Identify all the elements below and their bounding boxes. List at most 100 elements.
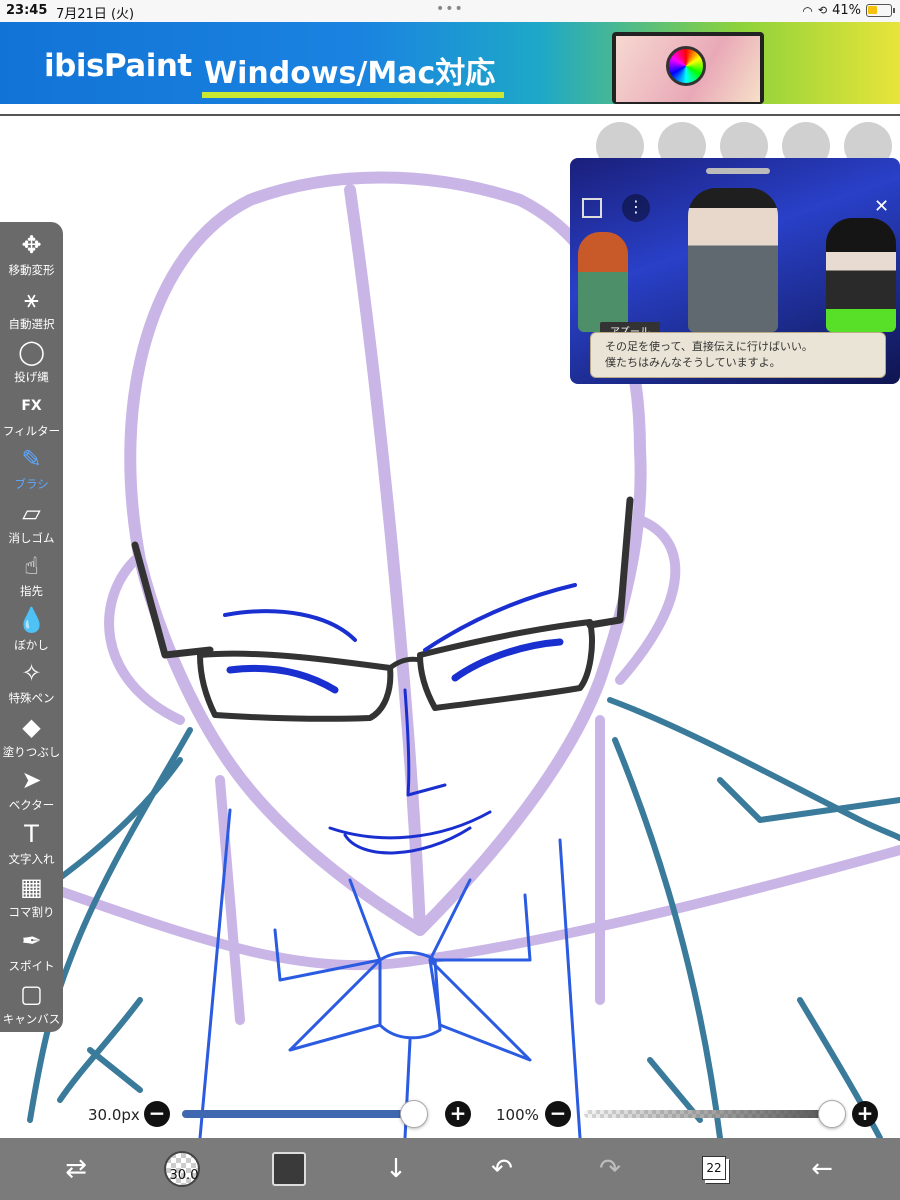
video-handle[interactable]: [706, 168, 770, 174]
eyedropper-icon: ✒: [21, 926, 42, 955]
banner-underline: [202, 92, 504, 98]
tool-magic-wand[interactable]: ⚹ 自動選択: [0, 282, 63, 335]
size-minus-button[interactable]: −: [144, 1101, 170, 1127]
tool-fill[interactable]: ◆ 塗りつぶし: [0, 710, 63, 763]
center-line: [344, 184, 426, 936]
ad-banner[interactable]: ibisPaint Windows/Mac対応: [0, 22, 900, 104]
character-left: [578, 232, 628, 332]
video-overlay[interactable]: ⋮ ✕ ‹ › アズール その足を使って、直接伝えに行けばいい。 僕たちはみんな…: [570, 158, 900, 384]
banner-logo: ibisPaint: [44, 48, 192, 84]
banner-divider: [0, 114, 900, 116]
size-slider-knob[interactable]: [399, 1100, 428, 1128]
blur-icon: 💧: [16, 605, 47, 634]
banner-device-image: [612, 32, 764, 104]
tool-special-pen[interactable]: ✧ 特殊ペン: [0, 656, 63, 709]
brush-icon: ✎: [21, 445, 42, 473]
tool-label: ぼかし: [14, 637, 49, 652]
video-line-1: その足を使って、直接伝えに行けばいい。: [605, 340, 813, 353]
wifi-icon: ◠: [802, 3, 813, 18]
tool-eyedropper[interactable]: ✒ スポイト: [0, 924, 63, 977]
fx-icon: FX: [21, 397, 42, 414]
more-icon[interactable]: ⋮: [622, 194, 650, 222]
glasses-arm-right: [586, 496, 634, 629]
back-arrow-icon[interactable]: ←: [802, 1148, 842, 1190]
tool-move[interactable]: ✥ 移動変形: [0, 228, 63, 281]
pip-icon[interactable]: [582, 198, 602, 218]
undo-icon[interactable]: ↶: [482, 1148, 522, 1190]
banner-text: Windows/Mac対応: [204, 56, 496, 91]
special-pen-icon: ✧: [21, 659, 42, 687]
battery-percent: 41%: [832, 3, 861, 18]
tool-eraser[interactable]: ▱ 消しゴム: [0, 496, 63, 549]
tool-label: 投げ縄: [14, 370, 49, 384]
video-line-2: 僕たちはみんなそうしていますよ。: [605, 356, 781, 369]
tool-blur[interactable]: 💧 ぼかし: [0, 603, 63, 656]
tool-finger[interactable]: ☝ 指先: [0, 549, 63, 602]
tool-vector[interactable]: ➤ ベクター: [0, 763, 63, 816]
frame-divider-icon: ▦: [20, 873, 43, 901]
tool-label: 指先: [20, 584, 43, 598]
status-bar: 23:45 7月21日 (火) ••• ◠ ⟲ 41%: [0, 0, 900, 22]
opacity-plus-button[interactable]: +: [852, 1101, 878, 1127]
battery-tip: [893, 8, 895, 13]
eye-right: [451, 638, 564, 682]
opacity-label: 100%: [496, 1106, 539, 1124]
eye-left: [226, 664, 339, 694]
text-icon: T: [24, 819, 39, 848]
character-right: [826, 218, 896, 332]
size-plus-button[interactable]: +: [445, 1101, 471, 1127]
shirt-lines: [198, 808, 582, 1138]
tool-label: コマ割り: [8, 905, 55, 919]
color-wheel-icon: [666, 46, 706, 86]
tool-label: 自動選択: [8, 316, 55, 331]
tool-label: スポイト: [8, 958, 55, 973]
opacity-minus-button[interactable]: −: [545, 1101, 571, 1127]
tool-label: 特殊ペン: [8, 691, 55, 705]
tool-palette: ✥ 移動変形 ⚹ 自動選択 ◯ 投げ縄 FX フィルター ✎ ブラシ ▱ 消しゴム ☝ 指先 💧 ぼかし ✧ 特殊…: [0, 222, 63, 1032]
head-guide: [124, 171, 647, 936]
video-dialog: その足を使って、直接伝えに行けばいい。 僕たちはみんなそうしていますよ。: [590, 332, 886, 378]
orientation-lock-icon: ⟲: [817, 4, 828, 17]
eraser-icon: ▱: [22, 498, 41, 527]
status-right: ◠ ⟲ 41%: [802, 3, 895, 18]
status-date: 7月21日 (火): [56, 7, 135, 22]
multitask-dots[interactable]: •••: [436, 1, 464, 17]
tool-brush[interactable]: ✎ ブラシ: [0, 442, 63, 495]
opacity-track[interactable]: [584, 1110, 832, 1118]
brow-left: [223, 609, 357, 642]
fill-icon: ◆: [22, 712, 41, 741]
tool-label: キャンバス: [2, 1012, 61, 1026]
finger-icon: ☝: [24, 552, 39, 580]
opacity-slider-knob[interactable]: [818, 1100, 846, 1128]
brush-size-value: 30.0: [169, 1168, 199, 1183]
tool-label: 文字入れ: [8, 851, 55, 866]
swap-tools-icon[interactable]: ⇄: [56, 1148, 96, 1190]
battery-fill: [868, 6, 877, 14]
layer-count-button[interactable]: 22: [702, 1156, 726, 1180]
canvas-icon: ▢: [20, 980, 43, 1008]
down-arrow-icon[interactable]: ↓: [376, 1148, 416, 1190]
tool-fx[interactable]: FX フィルター: [0, 389, 63, 442]
tool-frame-divider[interactable]: ▦ コマ割り: [0, 870, 63, 923]
tool-label: フィルター: [2, 423, 61, 438]
tool-label: 移動変形: [8, 263, 55, 277]
tool-label: 塗りつぶし: [2, 744, 61, 759]
move-icon: ✥: [21, 231, 42, 259]
battery-icon: [866, 4, 895, 17]
status-time: 23:45: [6, 3, 48, 18]
tool-canvas[interactable]: ▢ キャンバス: [0, 977, 63, 1030]
app-root: 23:45 7月21日 (火) ••• ◠ ⟲ 41% ibisPaint Wi…: [0, 0, 900, 1200]
redo-icon[interactable]: ↷: [590, 1148, 630, 1190]
color-swatch-button[interactable]: [272, 1152, 306, 1186]
tool-label: ベクター: [8, 798, 55, 812]
tool-label: ブラシ: [14, 477, 49, 491]
tool-text[interactable]: T 文字入れ: [0, 817, 63, 870]
close-icon[interactable]: ✕: [874, 196, 889, 217]
magic-wand-icon: ⚹: [24, 284, 39, 313]
tool-label: 消しゴム: [8, 530, 55, 545]
brush-size-label: 30.0px: [88, 1106, 140, 1124]
character-center: [688, 188, 778, 332]
vector-icon: ➤: [21, 766, 42, 794]
bottom-toolbar: ⇄ 30.0 ↓ ↶ ↷ 22 ←: [0, 1138, 900, 1200]
tool-lasso[interactable]: ◯ 投げ縄: [0, 335, 63, 388]
